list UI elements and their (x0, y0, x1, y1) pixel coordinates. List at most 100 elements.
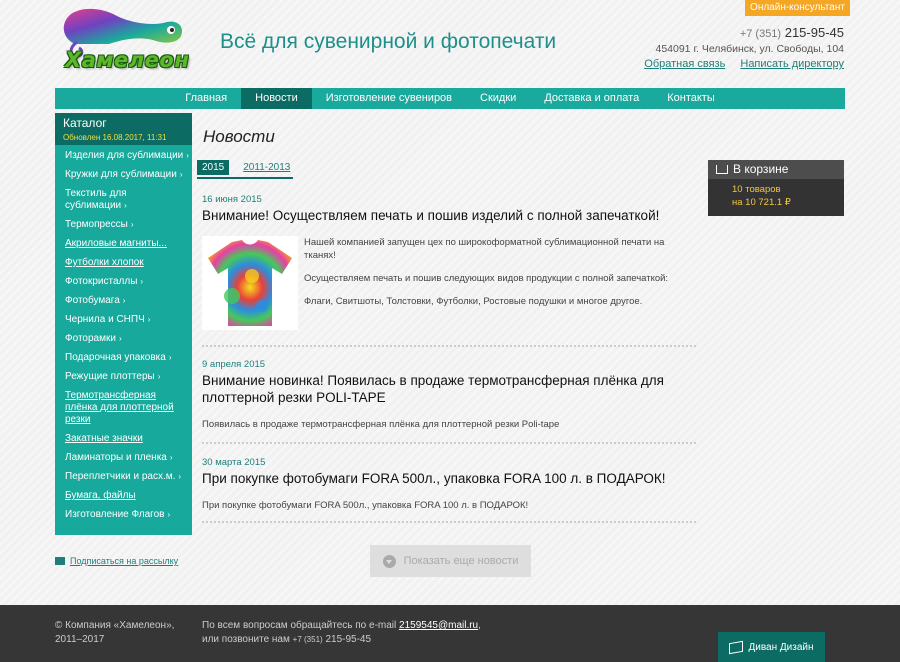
catalog-sidebar: Каталог Обновлен 16.08.2017, 11:31 Издел… (55, 113, 192, 535)
arrow-down-icon (382, 554, 396, 568)
chevron-right-icon: › (147, 315, 151, 324)
catalog-item[interactable]: Фотокристаллы › (65, 276, 190, 288)
header-address: 454091 г. Челябинск, ул. Свободы, 104 (655, 43, 844, 55)
chevron-right-icon: › (167, 510, 171, 519)
chevron-right-icon: › (122, 296, 126, 305)
chevron-right-icon: › (169, 453, 173, 462)
catalog-item-label: Изделия для сублимации (65, 150, 184, 161)
footer-phone-prefix: или позвоните нам (202, 634, 290, 645)
show-more-label: Показать еще новости (403, 555, 519, 567)
catalog-item[interactable]: Термопрессы › (65, 219, 190, 231)
subscribe-link[interactable]: Подписаться на рассылку (55, 556, 178, 566)
designer-link[interactable]: Диван Дизайн (718, 632, 825, 662)
news-divider (202, 521, 698, 523)
nav-delivery[interactable]: Доставка и оплата (530, 88, 653, 109)
chevron-right-icon: › (179, 170, 183, 179)
footer-phone-code: +7 (351) (292, 635, 323, 644)
news-text: Нашей компанией запущен цех по широкофор… (304, 237, 665, 261)
catalog-title: Каталог (63, 116, 107, 130)
book-icon (729, 640, 744, 654)
news-title[interactable]: Внимание новинка! Появилась в продаже те… (202, 372, 698, 406)
catalog-item[interactable]: Фоторамки › (65, 333, 190, 345)
catalog-item-label: Переплетчики и расх.м. (65, 471, 176, 482)
chevron-right-icon: › (130, 220, 134, 229)
news-text: Появилась в продаже термотрансферная плё… (202, 419, 560, 430)
catalog-item-label: Бумага, файлы (65, 490, 136, 501)
site-tagline: Всё для сувенирной и фотопечати (220, 30, 557, 53)
news-title[interactable]: При покупке фотобумаги FORA 500л., упако… (202, 470, 698, 487)
phone-number: 215-95-45 (784, 25, 844, 40)
nav-home[interactable]: Главная (171, 88, 241, 109)
footer: © Компания «Хамелеон», 2011–2017 По всем… (0, 605, 900, 662)
catalog-item[interactable]: Чернила и СНПЧ › (65, 314, 190, 326)
news-date: 16 июня 2015 (202, 194, 262, 205)
subscribe-label: Подписаться на рассылку (70, 556, 179, 566)
cart-total: на 10 721.1 ₽ (732, 197, 791, 208)
news-title[interactable]: Внимание! Осуществляем печать и пошив из… (202, 207, 698, 224)
catalog-item[interactable]: Изделия для сублимации › (65, 150, 190, 162)
tab-year-2015[interactable]: 2015 (197, 160, 230, 175)
catalog-item[interactable]: Футболки хлопок (65, 257, 190, 269)
catalog-item-label: Акриловые магниты... (65, 238, 167, 249)
online-consultant-button[interactable]: Онлайн-консультант (745, 0, 850, 16)
cart-title: В корзине (733, 162, 789, 176)
nav-news[interactable]: Новости (241, 88, 312, 109)
footer-comma: , (478, 620, 481, 631)
chameleon-logo[interactable]: Хамелеон (55, 4, 195, 76)
phone-code: +7 (351) (739, 28, 782, 40)
catalog-item-label: Изготовление Флагов (65, 509, 165, 520)
catalog-list: Изделия для сублимации › Кружки для субли… (55, 145, 192, 521)
feedback-link[interactable]: Обратная связь (644, 58, 725, 70)
nav-souvenirs[interactable]: Изготовление сувениров (312, 88, 466, 109)
chevron-right-icon: › (178, 472, 182, 481)
catalog-item-label: Подарочная упаковка (65, 352, 166, 363)
page-title: Новости (203, 127, 275, 146)
chevron-right-icon: › (118, 334, 122, 343)
news-divider (202, 442, 698, 444)
catalog-item-label: Ламинаторы и пленка (65, 452, 167, 463)
catalog-item[interactable]: Термотрансферная плёнка для плоттерной р… (65, 390, 190, 426)
chevron-right-icon: › (140, 277, 144, 286)
header-phone: +7 (351) 215-95-45 (740, 25, 844, 40)
news-text: При покупке фотобумаги FORA 500л., упако… (202, 500, 529, 511)
catalog-item[interactable]: Кружки для сублимации › (65, 169, 190, 181)
news-item: 9 апреля 2015 Внимание новинка! Появилас… (202, 359, 698, 431)
catalog-item[interactable]: Акриловые магниты... (65, 238, 190, 250)
write-director-link[interactable]: Написать директору (740, 58, 844, 70)
logo-text: Хамелеон (65, 48, 190, 72)
catalog-item-label: Фотокристаллы (65, 276, 138, 287)
cart-widget[interactable]: В корзине 10 товаров на 10 721.1 ₽ (708, 160, 844, 216)
news-item: 30 марта 2015 При покупке фотобумаги FOR… (202, 457, 698, 512)
chevron-right-icon: › (186, 151, 189, 160)
catalog-item[interactable]: Изготовление Флагов › (65, 509, 190, 521)
show-more-news-button[interactable]: Показать еще новости (370, 545, 531, 577)
catalog-item-label: Закатные значки (65, 433, 143, 444)
news-item: 16 июня 2015 Внимание! Осуществляем печа… (202, 194, 698, 224)
nav-discounts[interactable]: Скидки (466, 88, 530, 109)
catalog-item[interactable]: Режущие плоттеры › (65, 371, 190, 383)
catalog-item-label: Кружки для сублимации (65, 169, 177, 180)
catalog-item-label: Фоторамки (65, 333, 116, 344)
cart-count: 10 товаров (732, 184, 781, 195)
catalog-item[interactable]: Переплетчики и расх.м. › (65, 471, 190, 483)
catalog-item-label: Футболки хлопок (65, 257, 144, 268)
catalog-header: Каталог Обновлен 16.08.2017, 11:31 (55, 113, 192, 145)
designer-label: Диван Дизайн (748, 641, 814, 653)
catalog-item[interactable]: Фотобумага › (65, 295, 190, 307)
news-image[interactable] (202, 236, 298, 330)
catalog-item-label: Текстиль для сублимации (65, 188, 127, 211)
news-date: 9 апреля 2015 (202, 359, 266, 370)
chevron-right-icon: › (157, 372, 161, 381)
catalog-item[interactable]: Подарочная упаковка › (65, 352, 190, 364)
nav-contacts[interactable]: Контакты (653, 88, 729, 109)
footer-copyright: © Компания «Хамелеон», 2011–2017 (55, 620, 175, 645)
footer-email-link[interactable]: 2159545@mail.ru (399, 620, 478, 631)
catalog-item[interactable]: Закатные значки (65, 433, 190, 445)
catalog-item[interactable]: Бумага, файлы (65, 490, 190, 502)
tab-year-2011-2013[interactable]: 2011-2013 (238, 160, 295, 175)
catalog-item-label: Термотрансферная плёнка для плоттерной р… (65, 390, 174, 425)
year-tabs-underline (197, 177, 293, 179)
catalog-item-label: Чернила и СНПЧ (65, 314, 145, 325)
catalog-item[interactable]: Ламинаторы и пленка › (65, 452, 190, 464)
catalog-item[interactable]: Текстиль для сублимации › (65, 188, 190, 212)
